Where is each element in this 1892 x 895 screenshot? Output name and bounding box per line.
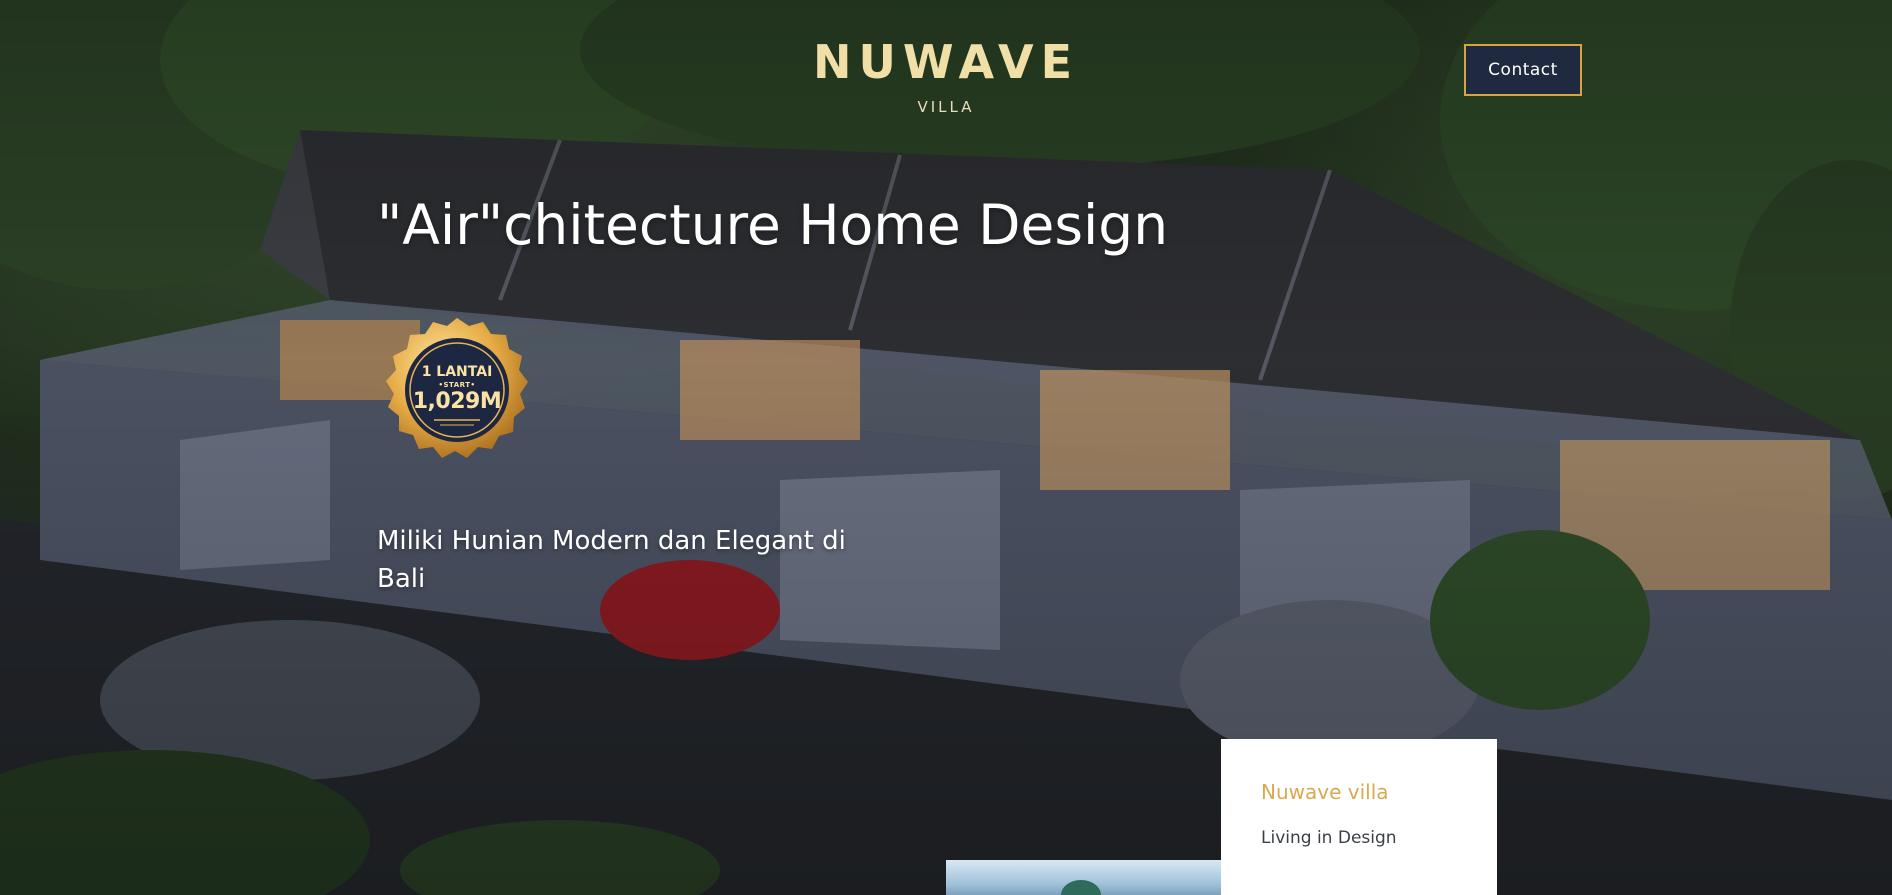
hero-subtitle: Miliki Hunian Modern dan Elegant di Bali xyxy=(377,526,846,594)
badge-floor-label: 1 LANTAI xyxy=(421,364,493,380)
photo-figure xyxy=(1061,880,1101,895)
badge-price: 1,029M xyxy=(412,389,502,414)
info-card-subtitle: Living in Design xyxy=(1261,828,1397,848)
brand-logo[interactable]: NUWAVE VILLA xyxy=(806,36,1086,116)
logo-name: NUWAVE xyxy=(812,35,1080,89)
logo-subtitle: VILLA xyxy=(917,98,975,116)
badge-text: 1 LANTAI •START• 1,029M xyxy=(382,316,532,466)
hero-overlay xyxy=(0,0,1892,895)
info-card: Nuwave villa Living in Design xyxy=(1221,739,1497,895)
price-badge: 1 LANTAI •START• 1,029M xyxy=(382,316,532,466)
gallery-photo-thumbnail[interactable] xyxy=(946,860,1221,895)
hero-section: NUWAVE VILLA Contact "Air"chitecture Hom… xyxy=(0,0,1892,895)
contact-button[interactable]: Contact xyxy=(1464,44,1582,96)
info-card-title: Nuwave villa xyxy=(1261,780,1389,804)
hero-title: "Air"chitecture Home Design xyxy=(377,193,1169,257)
